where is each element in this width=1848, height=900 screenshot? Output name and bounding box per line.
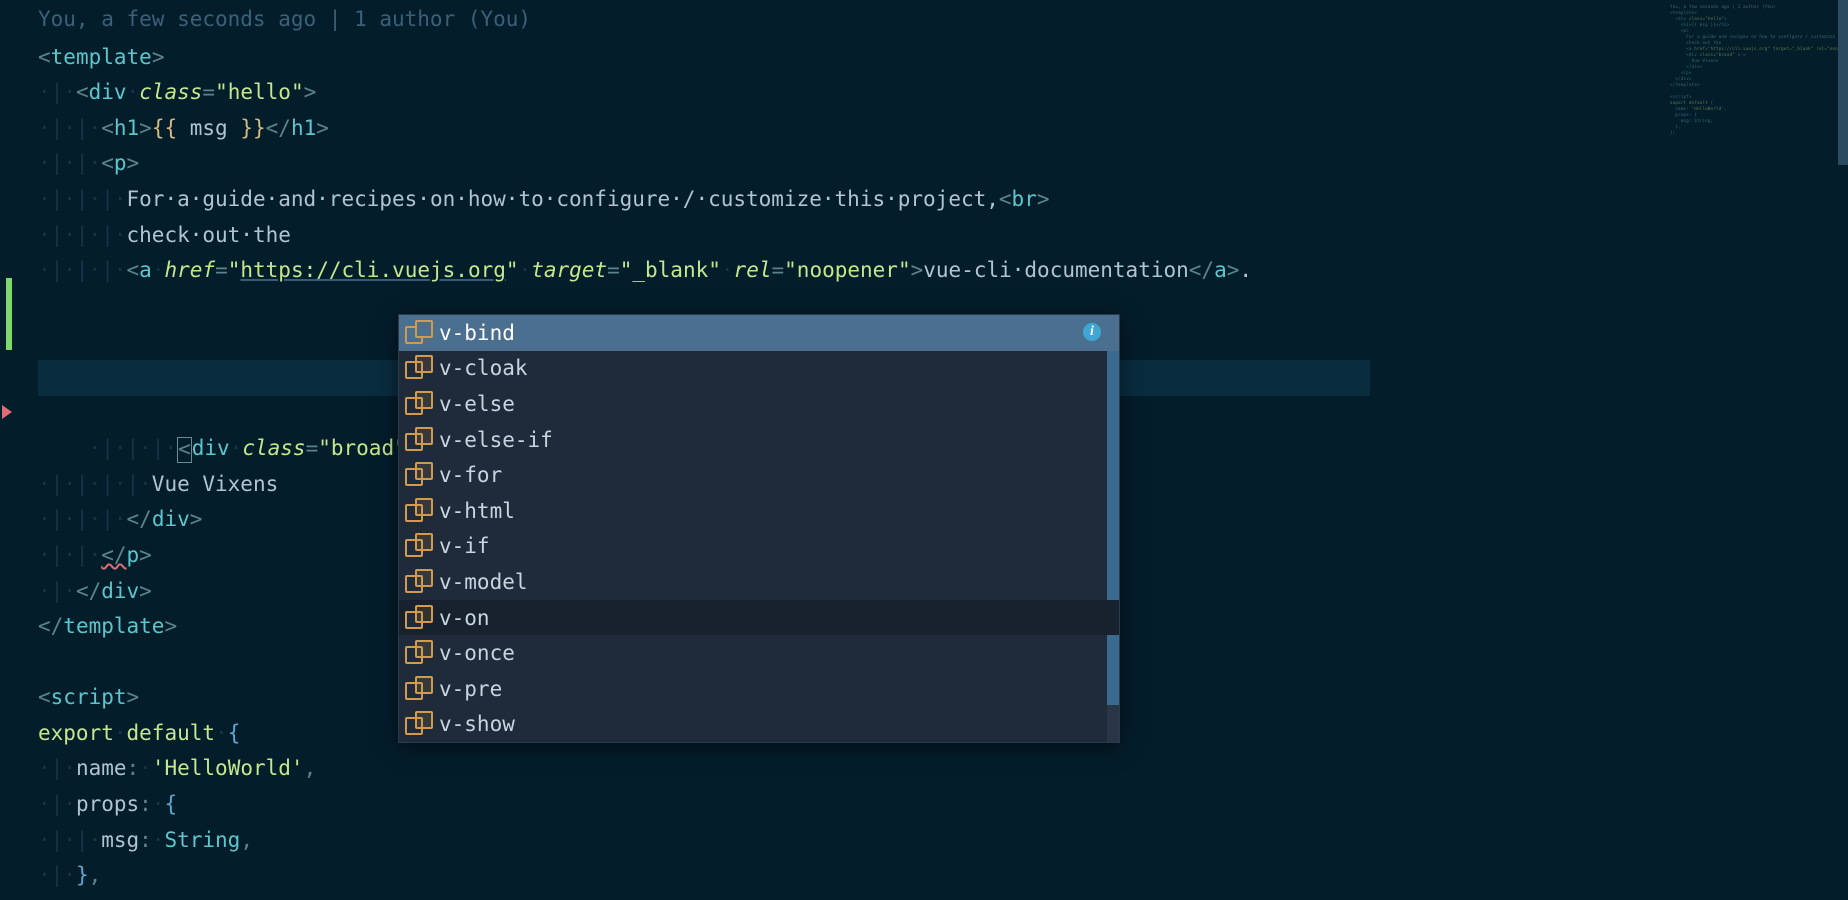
property-icon: [405, 642, 433, 664]
code-line[interactable]: };: [38, 894, 1370, 900]
autocomplete-item-v-for[interactable]: v-for: [399, 457, 1119, 493]
code-line[interactable]: ·|·|·|·For·a·guide·and·recipes·on·how·to…: [38, 182, 1370, 218]
autocomplete-item-v-show[interactable]: v-show: [399, 707, 1119, 743]
autocomplete-popup[interactable]: v-bindi v-cloak v-else v-else-if v-for v-html…: [398, 314, 1120, 743]
autocomplete-item-label: v-bind: [439, 321, 1113, 345]
autocomplete-item-label: v-model: [439, 570, 1113, 594]
autocomplete-item-label: v-pre: [439, 677, 1113, 701]
autocomplete-item-v-else[interactable]: v-else: [399, 386, 1119, 422]
autocomplete-item-label: v-else: [439, 392, 1113, 416]
property-icon: [405, 464, 433, 486]
minimap[interactable]: You, a few seconds ago | 1 author (You) …: [1670, 4, 1840, 164]
autocomplete-item-label: v-cloak: [439, 356, 1113, 380]
code-line[interactable]: ·|·|·|·<a·href="https://cli.vuejs.org"·t…: [38, 253, 1370, 289]
autocomplete-item-v-pre[interactable]: v-pre: [399, 671, 1119, 707]
autocomplete-item-label: v-html: [439, 499, 1113, 523]
property-icon: [405, 571, 433, 593]
autocomplete-item-v-html[interactable]: v-html: [399, 493, 1119, 529]
autocomplete-item-v-cloak[interactable]: v-cloak: [399, 351, 1119, 387]
autocomplete-item-label: v-else-if: [439, 428, 1113, 452]
minimap-viewport-slider[interactable]: [1838, 0, 1848, 165]
property-icon: [405, 678, 433, 700]
info-icon[interactable]: i: [1083, 323, 1101, 341]
property-icon: [405, 607, 433, 629]
autocomplete-item-label: v-for: [439, 463, 1113, 487]
property-icon: [405, 322, 433, 344]
code-line[interactable]: ·|·|·msg:·String,: [38, 823, 1370, 859]
property-icon: [405, 500, 433, 522]
code-line[interactable]: ·|·|·<h1>{{ msg }}</h1>: [38, 111, 1370, 147]
code-line[interactable]: ·|·props:·{: [38, 787, 1370, 823]
autocomplete-item-label: v-once: [439, 641, 1113, 665]
code-line[interactable]: ·|·},: [38, 858, 1370, 894]
gitlens-authorship[interactable]: You, a few seconds ago | 1 author (You): [38, 0, 1370, 40]
autocomplete-item-label: v-show: [439, 712, 1113, 736]
autocomplete-item-v-model[interactable]: v-model: [399, 564, 1119, 600]
code-line[interactable]: <template>: [38, 40, 1370, 76]
code-line[interactable]: ·|·<div·class="hello">: [38, 75, 1370, 111]
autocomplete-item-v-bind[interactable]: v-bindi: [399, 315, 1119, 351]
autocomplete-item-label: v-on: [439, 606, 1113, 630]
property-icon: [405, 713, 433, 735]
property-icon: [405, 429, 433, 451]
property-icon: [405, 357, 433, 379]
autocomplete-item-v-on[interactable]: v-on: [399, 600, 1119, 636]
autocomplete-item-v-if[interactable]: v-if: [399, 529, 1119, 565]
autocomplete-item-v-once[interactable]: v-once: [399, 635, 1119, 671]
autocomplete-item-label: v-if: [439, 534, 1113, 558]
autocomplete-item-v-else-if[interactable]: v-else-if: [399, 422, 1119, 458]
code-line[interactable]: ·|·|·|·check·out·the: [38, 218, 1370, 254]
property-icon: [405, 535, 433, 557]
property-icon: [405, 393, 433, 415]
code-line[interactable]: ·|·name:·'HelloWorld',: [38, 751, 1370, 787]
code-line[interactable]: ·|·|·<p>: [38, 146, 1370, 182]
